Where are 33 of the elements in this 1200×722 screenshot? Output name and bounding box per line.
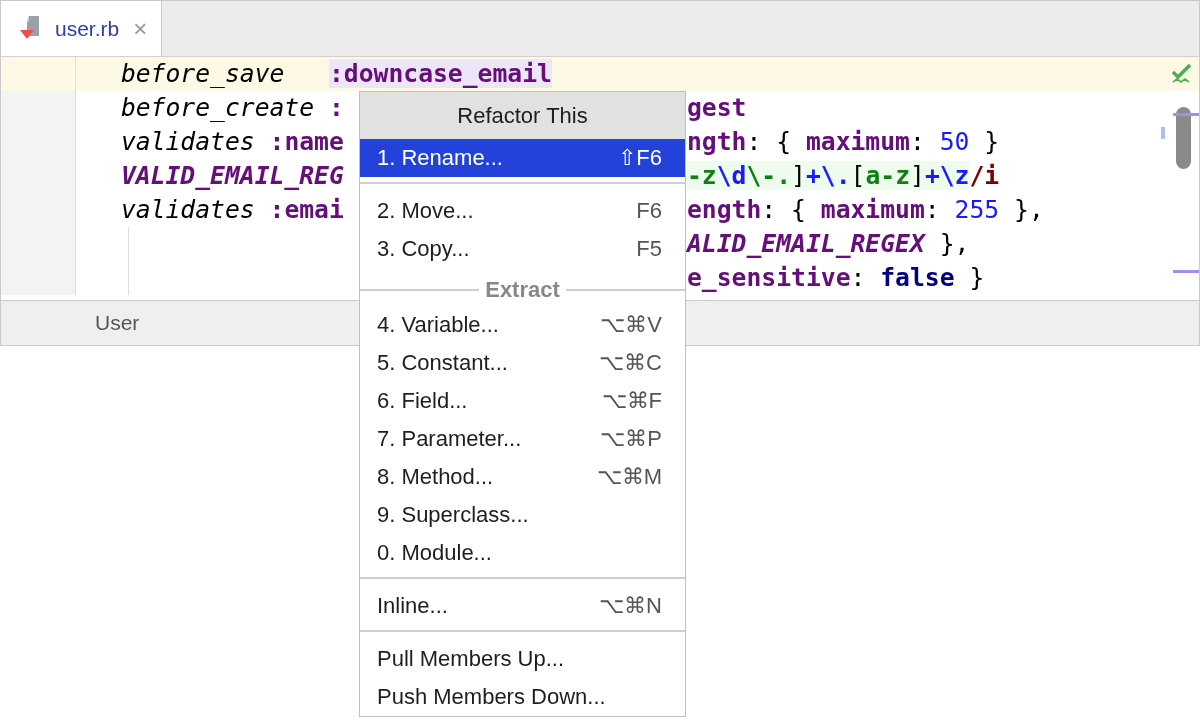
- error-stripe-mark: [1173, 270, 1199, 273]
- menu-item[interactable]: 4. Variable... ⌥⌘V: [360, 306, 685, 344]
- code-line: -z\d\-.]+\.[a-z]+\z/i: [687, 160, 1000, 192]
- popup-title: Refactor This: [360, 92, 685, 139]
- menu-item[interactable]: 2. Move... F6: [360, 192, 685, 230]
- check-icon: [1170, 63, 1194, 85]
- error-stripe-mark: [1173, 113, 1199, 116]
- code-line: before_create :: [120, 93, 344, 122]
- code-line: ALID_EMAIL_REGEX },: [687, 228, 970, 260]
- code-line: before_save :downcase_email: [120, 59, 552, 88]
- menu-item[interactable]: 9. Superclass...: [360, 496, 685, 534]
- menu-item[interactable]: 7. Parameter... ⌥⌘P: [360, 420, 685, 458]
- code-line: gest: [687, 92, 747, 124]
- menu-item[interactable]: 6. Field... ⌥⌘F: [360, 382, 685, 420]
- code-line: validates :emai: [120, 195, 344, 224]
- code-line: ength: { maximum: 255 },: [687, 194, 1044, 226]
- code-line: e_sensitive: false }: [687, 262, 985, 294]
- menu-item[interactable]: Push Members Down...: [360, 678, 685, 716]
- code-line: VALID_EMAIL_REG: [120, 161, 344, 190]
- section-heading: Extract: [485, 277, 560, 303]
- menu-item[interactable]: 3. Copy... F5: [360, 230, 685, 268]
- code-line: validates :name: [120, 127, 344, 156]
- menu-item[interactable]: 8. Method... ⌥⌘M: [360, 458, 685, 496]
- menu-item[interactable]: 1. Rename... ⇧F6: [360, 139, 685, 177]
- menu-item[interactable]: 0. Module...: [360, 534, 685, 572]
- breadcrumb[interactable]: User: [95, 311, 140, 335]
- menu-item[interactable]: Inline... ⌥⌘N: [360, 587, 685, 625]
- file-tab[interactable]: user.rb ×: [1, 1, 163, 56]
- error-stripe-mark: [1161, 127, 1165, 139]
- menu-item[interactable]: Pull Members Up...: [360, 640, 685, 678]
- menu-item[interactable]: 5. Constant... ⌥⌘C: [360, 344, 685, 382]
- scrollbar-thumb[interactable]: [1176, 107, 1191, 169]
- code-line: ngth: { maximum: 50 }: [687, 126, 1000, 158]
